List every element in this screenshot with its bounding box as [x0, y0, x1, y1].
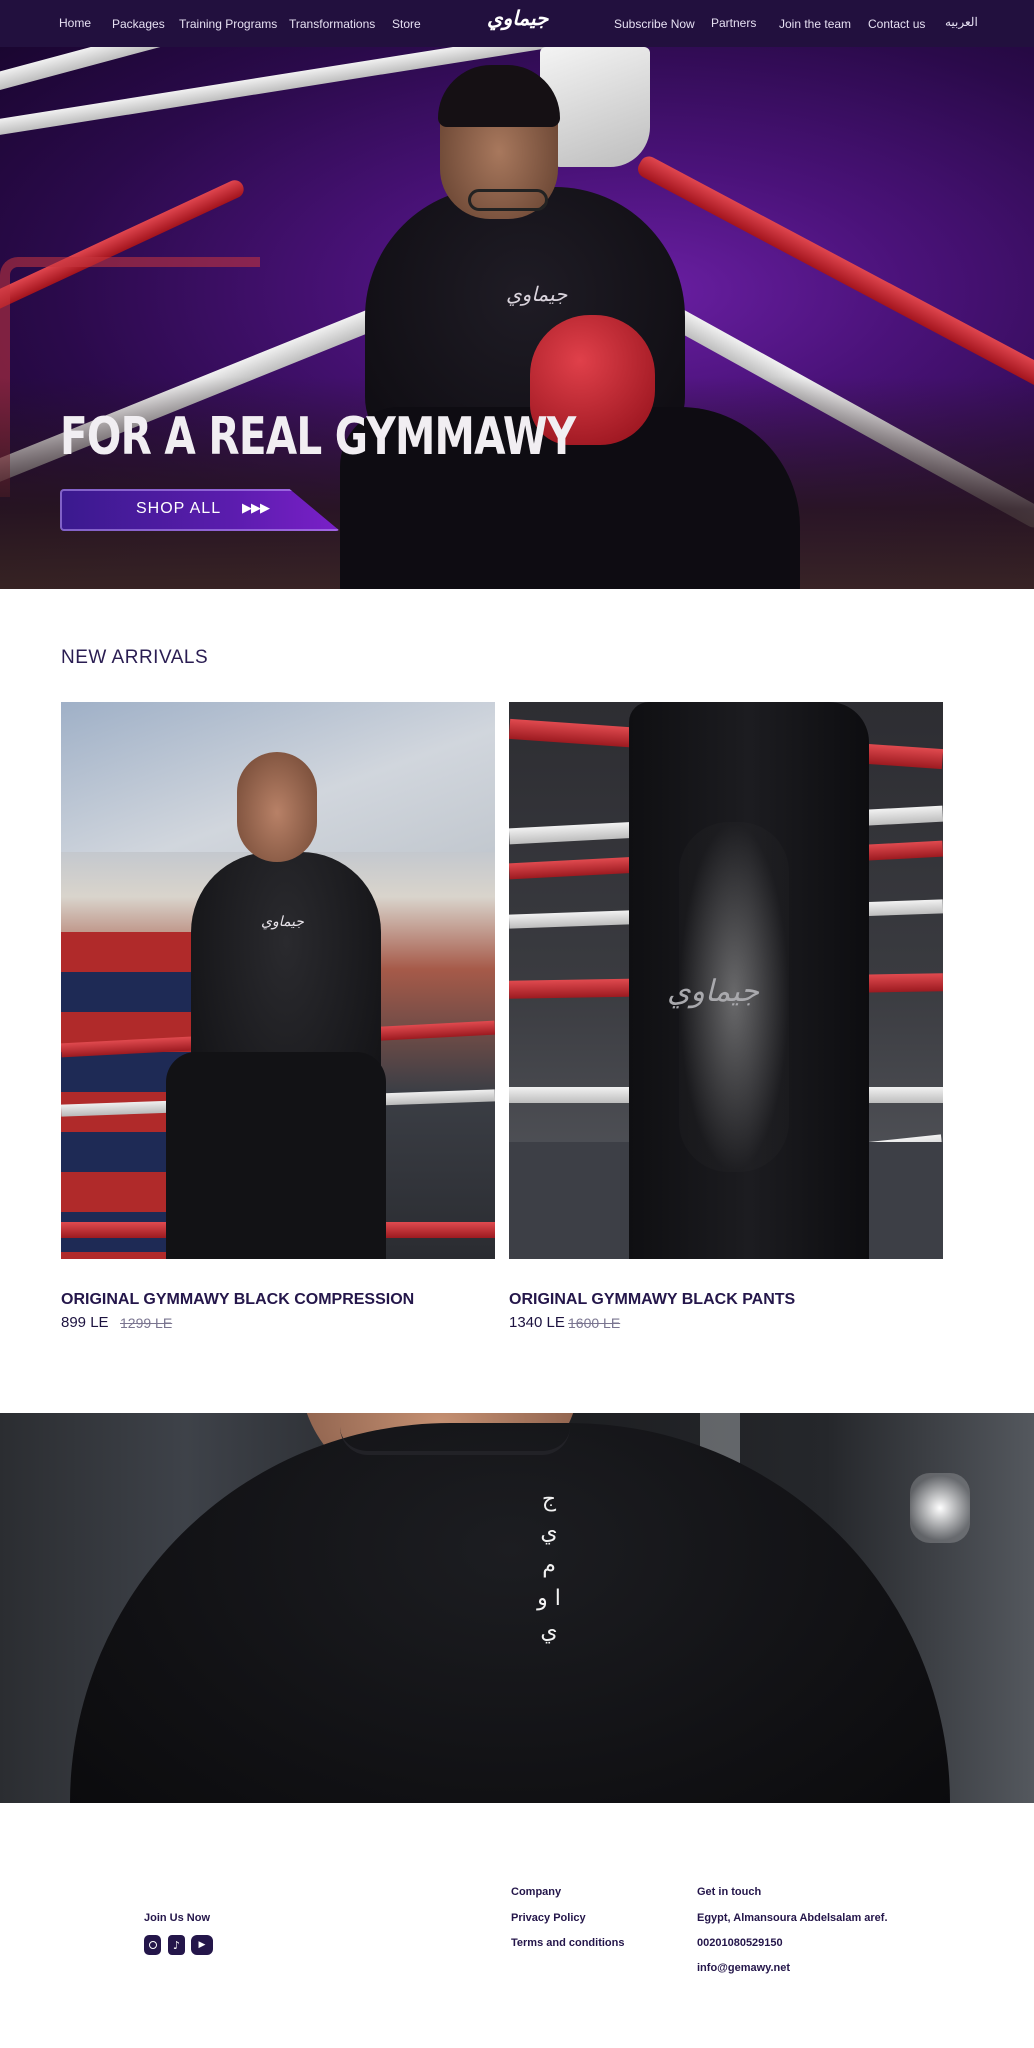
address-text: Egypt, Almansoura Abdelsalam aref. [697, 1912, 888, 1924]
nav-home-link[interactable]: Home [59, 16, 91, 30]
arrow-right-icon: ▶▶▶ [242, 500, 270, 515]
shop-all-label: SHOP ALL [136, 500, 222, 517]
tiktok-icon[interactable]: ♪ [168, 1935, 185, 1955]
nav-packages-link[interactable]: Packages [112, 17, 165, 31]
instagram-icon[interactable] [144, 1935, 161, 1955]
athlete-glasses [468, 189, 548, 211]
back-print: ج ي م ا و ي [537, 1487, 561, 1644]
phone-link[interactable]: 00201080529150 [697, 1937, 783, 1949]
get-in-touch-heading: Get in touch [697, 1886, 762, 1898]
nav-transformations-link[interactable]: Transformations [289, 17, 375, 31]
instagram-icon-lens [148, 1941, 157, 1949]
promo-banner: ج ي م ا و ي [0, 1413, 1034, 1803]
product-print: جيماوي [261, 914, 304, 930]
model-back [70, 1423, 950, 1803]
product-print: جيماوي [667, 974, 760, 1009]
new-arrivals-title: NEW ARRIVALS [61, 647, 209, 668]
nav-store-link[interactable]: Store [392, 17, 421, 31]
model-pants [166, 1052, 386, 1259]
product-price: 899 LE [61, 1314, 109, 1331]
collar [340, 1427, 570, 1455]
product-old-price: 1600 LE [568, 1315, 621, 1331]
product-image[interactable]: جيماوي [61, 702, 495, 1259]
product-name[interactable]: ORIGINAL GYMMAWY BLACK COMPRESSION [61, 1291, 414, 1309]
nav-contact-link[interactable]: Contact us [868, 17, 925, 31]
hero-shirt-print: جيماوي [506, 282, 568, 306]
gym-light [910, 1473, 970, 1543]
nav-partners-link[interactable]: Partners [711, 16, 756, 30]
product-name[interactable]: ORIGINAL GYMMAWY BLACK PANTS [509, 1291, 795, 1309]
youtube-play-glyph: ▶ [198, 1940, 206, 1950]
terms-link[interactable]: Terms and conditions [511, 1937, 624, 1949]
site-logo[interactable]: جيماوي [487, 6, 548, 30]
top-navigation: Home Packages Training Programs Transfor… [0, 0, 1034, 47]
privacy-policy-link[interactable]: Privacy Policy [511, 1912, 586, 1924]
language-switch-link[interactable]: العربيه [945, 15, 978, 29]
product-price: 1340 LE [509, 1314, 565, 1331]
product-old-price: 1299 LE [120, 1315, 173, 1331]
nav-join-team-link[interactable]: Join the team [779, 17, 851, 31]
company-heading: Company [511, 1886, 562, 1898]
nav-subscribe-link[interactable]: Subscribe Now [614, 17, 695, 31]
hero-title: FOR A REAL GYMMAWY [60, 407, 576, 467]
hero-banner: جيماوي FOR A REAL GYMMAWY SHOP ALL ▶▶▶ [0, 47, 1034, 589]
nav-training-programs-link[interactable]: Training Programs [179, 17, 277, 31]
model-head [237, 752, 317, 862]
product-image[interactable]: جيماوي [509, 702, 943, 1259]
youtube-icon[interactable]: ▶ [191, 1935, 213, 1955]
tiktok-icon-glyph: ♪ [172, 1938, 181, 1952]
join-us-heading: Join Us Now [144, 1912, 211, 1924]
email-link[interactable]: info@gemawy.net [697, 1962, 790, 1974]
ring-rope [634, 153, 1034, 389]
